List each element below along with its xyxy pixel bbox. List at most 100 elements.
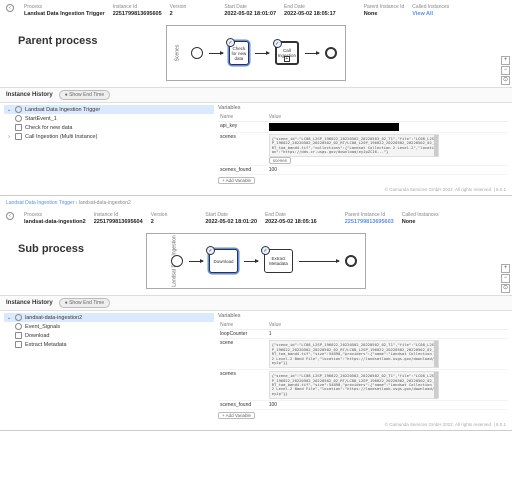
zoom-out-button[interactable]: − [501, 66, 510, 75]
zoom-controls: + − ⊙ [501, 264, 510, 293]
tree-row[interactable]: Event_Signals [4, 322, 214, 331]
zoom-in-button[interactable]: + [501, 264, 510, 273]
sub-watermark: Sub process [18, 243, 84, 255]
scrollbar[interactable] [434, 135, 438, 156]
end-event-icon[interactable] [325, 47, 337, 59]
variable-row: scenes_found100 [218, 166, 508, 175]
task-call-ingestion[interactable]: ✓Call Ingestion+ [275, 41, 299, 65]
task-badge-icon: ✓ [261, 246, 270, 255]
json-value[interactable]: {"scene_id":"LC08_L2SP_196022_20220502_2… [269, 371, 439, 399]
variables-title: Variables [218, 313, 508, 319]
tree-row[interactable]: ⌄ landsat-data-ingestion2 [4, 313, 214, 322]
value-pill[interactable]: scenes [269, 157, 291, 164]
tree-row[interactable]: Check for new data [4, 123, 214, 132]
footer-text: © Camunda Services GmbH 2022. All rights… [0, 421, 512, 428]
node-label: Extract Metadata [25, 342, 67, 348]
node-icon [15, 124, 22, 131]
variable-name: loopCounter [218, 330, 267, 339]
tree-row[interactable]: Download [4, 331, 214, 340]
json-value[interactable]: {"scene_id":"LC08_L2SP_196022_20220502_2… [269, 134, 439, 157]
parent-instance-value: None [364, 11, 405, 17]
diagram-canvas[interactable]: Landsat Data Ingestion ✓Download ✓Extrac… [146, 233, 366, 289]
node-icon [15, 332, 22, 339]
start-date: 2022-05-02 18:01:20 [205, 219, 257, 225]
task-extract-metadata[interactable]: ✓Extract Metadata [264, 249, 293, 273]
col-value: Value [267, 113, 508, 122]
history-tree: ⌄ Landsat Data Ingestion TriggerStartEven… [4, 105, 214, 184]
called-label: Called Instances [402, 212, 439, 218]
breadcrumb: Landsat Data Ingestion Trigger › landsat… [0, 198, 512, 208]
back-icon[interactable]: ‹ [6, 212, 14, 220]
process-name: Landsat Data Ingestion Trigger [24, 11, 105, 17]
sequence-flow [255, 53, 269, 54]
version-label: Version [170, 4, 187, 10]
end-date: 2022-05-02 18:05:16 [265, 219, 317, 225]
show-end-time-toggle[interactable]: ● Show End Time [59, 298, 110, 308]
scrollbar[interactable] [434, 341, 438, 367]
start-event-icon[interactable] [171, 255, 183, 267]
sequence-flow [299, 261, 339, 262]
node-label: Check for new data [25, 125, 72, 131]
zoom-reset-button[interactable]: ⊙ [501, 284, 510, 293]
node-label: Call Ingestion (Multi Instance) [25, 134, 97, 140]
parent-watermark: Parent process [18, 35, 97, 47]
version-label: Version [151, 212, 168, 218]
view-all-link[interactable]: View All [412, 11, 449, 17]
instance-label: Instance Id [113, 4, 162, 10]
node-label: Landsat Data Ingestion Trigger [25, 107, 100, 113]
breadcrumb-parent[interactable]: Landsat Data Ingestion Trigger [6, 200, 74, 206]
json-value[interactable]: {"scene_id":"LC08_L2SP_196022_20220502_2… [269, 340, 439, 368]
variable-name: api_key [218, 122, 267, 133]
variables-title: Variables [218, 105, 508, 111]
expand-icon[interactable]: ⌄ [6, 107, 12, 113]
zoom-out-button[interactable]: − [501, 274, 510, 283]
tree-row[interactable]: StartEvent_1 [4, 114, 214, 123]
variable-name: scenes_found [218, 401, 267, 410]
history-tree: ⌄ landsat-data-ingestion2Event_Signals Dow… [4, 313, 214, 419]
tree-row[interactable]: Extract Metadata [4, 340, 214, 349]
task-badge-icon: ✓ [226, 38, 235, 47]
diagram-canvas[interactable]: Scenes ✓Check for new data ✓Call Ingesti… [166, 25, 346, 81]
node-label: landsat-data-ingestion2 [25, 315, 82, 321]
task-download[interactable]: ✓ Download [209, 249, 238, 273]
variable-row: loopCounter1 [218, 330, 508, 339]
process-label: Process [24, 212, 86, 218]
show-end-time-toggle[interactable]: ● Show End Time [59, 90, 110, 100]
parent-instance-link[interactable]: 2251799813695603 [345, 219, 394, 225]
start-event-icon[interactable] [191, 47, 203, 59]
expand-icon[interactable]: › [6, 134, 12, 140]
node-label: Download [25, 333, 49, 339]
breadcrumb-current: landsat-data-ingestion2 [79, 200, 131, 206]
version-value: 2 [170, 11, 187, 17]
node-icon [15, 133, 22, 140]
sequence-flow [244, 261, 258, 262]
process-label: Process [24, 4, 105, 10]
add-variable-button[interactable]: + Add Variable [218, 177, 255, 184]
variable-row: api_key [218, 122, 508, 133]
back-icon[interactable]: ‹ [6, 4, 14, 12]
task-label: Check for new data [231, 46, 247, 61]
node-icon [15, 115, 22, 122]
variable-value: 1 [269, 331, 272, 337]
zoom-reset-button[interactable]: ⊙ [501, 76, 510, 85]
task-label: Download [213, 259, 233, 264]
sequence-flow [209, 53, 223, 54]
end-event-icon[interactable] [345, 255, 357, 267]
tree-row[interactable]: ⌄ Landsat Data Ingestion Trigger [4, 105, 214, 114]
version-value: 2 [151, 219, 168, 225]
expand-icon[interactable]: ⌄ [6, 315, 12, 321]
add-variable-button[interactable]: + Add Variable [218, 412, 255, 419]
zoom-in-button[interactable]: + [501, 56, 510, 65]
variables-table: NameValue loopCounter1scene{"scene_id":"… [218, 321, 508, 410]
variable-name: scenes [218, 370, 267, 401]
scrollbar[interactable] [434, 372, 438, 398]
variable-value: 100 [269, 402, 277, 408]
variable-value: 100 [269, 167, 277, 173]
expand-subprocess-icon[interactable]: + [284, 56, 290, 62]
task-badge-icon: ✓ [206, 246, 215, 255]
node-icon [15, 314, 22, 321]
tree-row[interactable]: › Call Ingestion (Multi Instance) [4, 132, 214, 141]
col-name: Name [218, 113, 267, 122]
parent-header: ‹ ProcessLandsat Data Ingestion Trigger … [0, 0, 512, 21]
task-check-data[interactable]: ✓Check for new data [229, 41, 249, 65]
